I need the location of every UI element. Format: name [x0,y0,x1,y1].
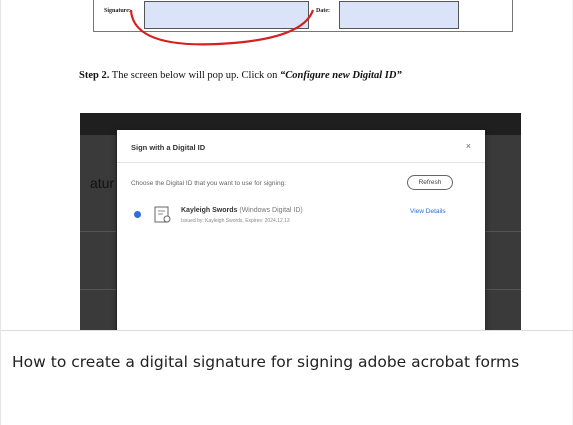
step-text: The screen below will pop up. Click on [111,70,278,81]
refresh-button[interactable]: Refresh [407,175,453,190]
right-panel [485,135,521,330]
certificate-icon [154,206,171,223]
red-highlight-annotation [129,9,315,46]
id-holder-name: Kayleigh Swords [181,207,238,214]
close-icon[interactable]: × [466,141,471,151]
divider [485,231,521,232]
divider [80,231,116,232]
thumbnail-image[interactable]: Signature: Date: Step 2. The screen belo… [13,0,563,330]
divider [117,162,485,163]
step-instruction: Step 2. The screen below will pop up. Cl… [79,70,402,81]
sign-digital-id-dialog: Sign with a Digital ID × Choose the Digi… [117,130,485,330]
result-caption[interactable]: How to create a digital signature for si… [12,350,552,374]
divider [1,330,573,331]
background-text: atur [90,175,115,191]
divider [485,289,521,290]
acrobat-screenshot: atur Sign with a Digital ID × Choose the… [80,113,521,330]
step-emphasis: “Configure new Digital ID” [280,70,402,81]
result-card[interactable]: Signature: Date: Step 2. The screen belo… [0,0,573,425]
view-details-link[interactable]: View Details [410,208,446,215]
step-number: Step 2. [79,70,110,81]
id-issued-info: Issued by: Kayleigh Swords, Expires: 202… [181,218,290,224]
divider [80,289,116,290]
id-type: (Windows Digital ID) [239,207,303,214]
digital-id-radio[interactable] [134,211,141,218]
digital-id-name: Kayleigh Swords (Windows Digital ID) [181,207,303,214]
dialog-title: Sign with a Digital ID [131,143,206,152]
left-panel [80,135,116,330]
dialog-prompt: Choose the Digital ID that you want to u… [131,180,287,187]
